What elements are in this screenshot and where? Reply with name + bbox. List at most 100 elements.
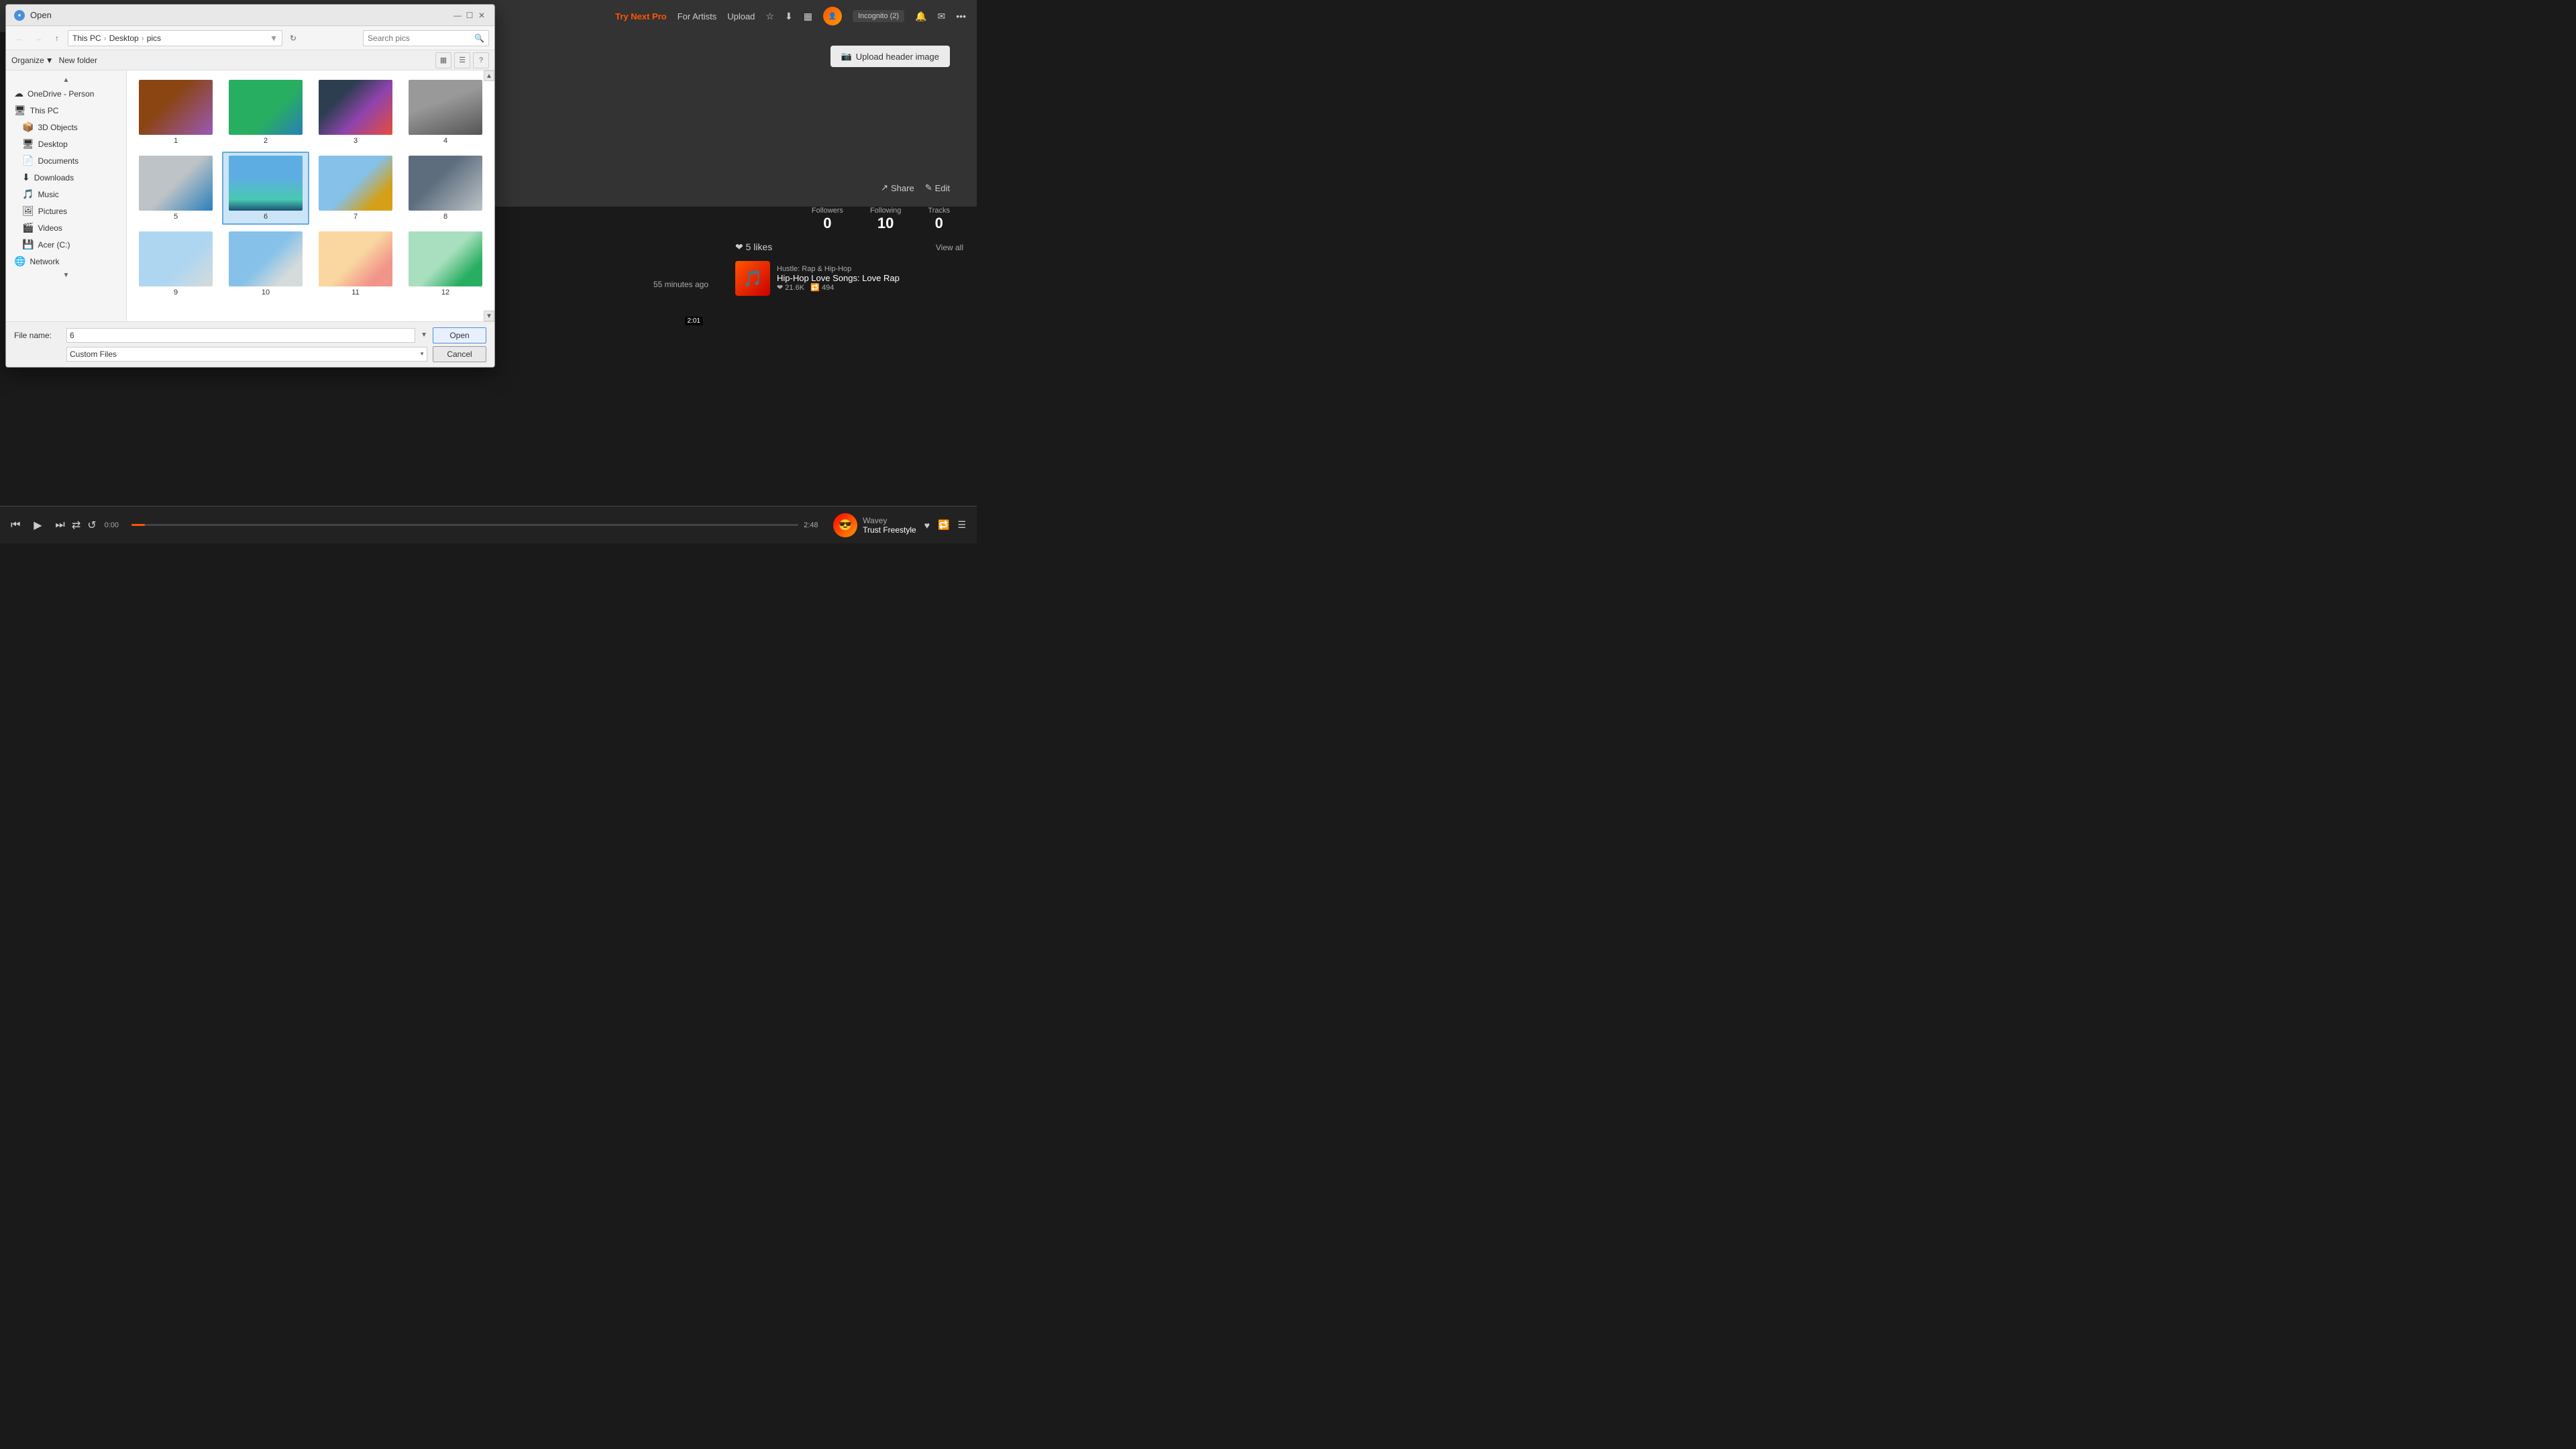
dialog-titlebar: ● Open — ☐ ✕ (6, 5, 494, 26)
sidebar-item-desktop[interactable]: 🖥 Desktop (6, 136, 126, 152)
organize-button[interactable]: Organize ▼ (11, 56, 54, 65)
filename-dropdown-icon[interactable]: ▼ (421, 331, 427, 339)
onedrive-icon: ☁ (14, 88, 23, 99)
organize-bar: Organize ▼ New folder ▦ ☰ ? (6, 50, 494, 70)
image-item-12[interactable]: 12 (402, 227, 489, 301)
sidebar-item-music[interactable]: 🎵 Music (6, 186, 126, 203)
sidebar-item-pictures[interactable]: 🖼 Pictures (6, 203, 126, 219)
filetype-field-row: Custom Files (14, 347, 427, 362)
filename-row: File name: ▼ Custom Files (14, 328, 427, 362)
image-item-5[interactable]: 5 (132, 152, 219, 225)
new-folder-button[interactable]: New folder (59, 56, 97, 65)
dialog-toolbar: ← → ↑ This PC › Desktop › pics ▼ ↻ 🔍 (6, 26, 494, 50)
sidebar-item-3dobjects[interactable]: 📦 3D Objects (6, 119, 126, 136)
cancel-button[interactable]: Cancel (433, 346, 486, 362)
image-label-3: 3 (354, 137, 358, 145)
breadcrumb-pics: pics (147, 34, 161, 43)
dialog-title: Open (30, 10, 447, 20)
sidebar-scroll-down[interactable]: ▼ (6, 270, 126, 280)
forward-button[interactable]: → (30, 30, 46, 46)
view-detail-button[interactable]: ☰ (454, 52, 470, 68)
organize-chevron-icon: ▼ (46, 56, 54, 65)
image-thumb-12 (409, 231, 482, 286)
image-item-3[interactable]: 3 (312, 76, 399, 149)
breadcrumb-thispc: This PC (72, 34, 101, 43)
image-label-10: 10 (262, 288, 270, 297)
desktop-icon: 🖥 (22, 138, 34, 150)
image-thumb-9 (139, 231, 213, 286)
dialog-sidebar: ▲ ☁ OneDrive - Person 🖥 This PC 📦 3D Obj… (6, 70, 127, 321)
filename-label: File name: (14, 331, 61, 340)
filetype-select-wrapper: Custom Files (66, 347, 427, 362)
image-label-1: 1 (174, 137, 178, 145)
image-thumb-11 (319, 231, 392, 286)
window-buttons: — ☐ ✕ (453, 11, 486, 20)
content-scroll-up[interactable]: ▲ (484, 70, 494, 81)
up-button[interactable]: ↑ (49, 30, 65, 46)
image-thumb-10 (229, 231, 303, 286)
minimize-button[interactable]: — (453, 11, 462, 20)
filetype-select[interactable]: Custom Files (66, 347, 427, 362)
close-button[interactable]: ✕ (477, 11, 486, 20)
search-field[interactable]: 🔍 (363, 30, 489, 46)
filename-field-row: File name: ▼ (14, 328, 427, 343)
filename-input[interactable] (66, 328, 415, 343)
image-item-8[interactable]: 8 (402, 152, 489, 225)
dialog-body: ▲ ☁ OneDrive - Person 🖥 This PC 📦 3D Obj… (6, 70, 494, 321)
search-input[interactable] (368, 34, 472, 43)
help-button[interactable]: ? (473, 52, 489, 68)
breadcrumb-sep-1: › (104, 34, 107, 43)
sidebar-item-thispc[interactable]: 🖥 This PC (6, 102, 126, 119)
image-thumb-2 (229, 80, 303, 135)
breadcrumb-sep-2: › (142, 34, 144, 43)
sidebar-item-videos[interactable]: 🎬 Videos (6, 219, 126, 236)
image-item-9[interactable]: 9 (132, 227, 219, 301)
file-dialog: ● Open — ☐ ✕ ← → ↑ This PC › Desktop › p… (5, 4, 495, 368)
maximize-button[interactable]: ☐ (465, 11, 474, 20)
network-icon: 🌐 (14, 256, 25, 267)
sidebar-item-network[interactable]: 🌐 Network (6, 253, 126, 270)
breadcrumb-desktop: Desktop (109, 34, 139, 43)
downloads-icon: ⬇ (22, 172, 30, 183)
search-icon: 🔍 (474, 34, 484, 43)
image-label-12: 12 (441, 288, 449, 297)
image-item-11[interactable]: 11 (312, 227, 399, 301)
image-item-4[interactable]: 4 (402, 76, 489, 149)
image-label-9: 9 (174, 288, 178, 297)
image-label-8: 8 (443, 213, 447, 221)
image-item-7[interactable]: 7 (312, 152, 399, 225)
breadcrumb[interactable]: This PC › Desktop › pics ▼ (68, 30, 282, 46)
content-scroll-down[interactable]: ▼ (484, 311, 494, 321)
image-label-6: 6 (264, 213, 268, 221)
image-item-10[interactable]: 10 (222, 227, 309, 301)
acerc-icon: 💾 (22, 239, 34, 250)
open-button[interactable]: Open (433, 327, 486, 343)
image-thumb-4 (409, 80, 482, 135)
image-thumb-8 (409, 156, 482, 211)
image-grid: 123456789101112 (127, 70, 494, 306)
dialog-content: 123456789101112 ▲ ▼ (127, 70, 494, 321)
back-button[interactable]: ← (11, 30, 28, 46)
image-label-2: 2 (264, 137, 268, 145)
videos-icon: 🎬 (22, 222, 34, 233)
pictures-icon: 🖼 (22, 205, 34, 217)
sidebar-item-acerc[interactable]: 💾 Acer (C:) (6, 236, 126, 253)
dialog-footer: File name: ▼ Custom Files Open Cancel (6, 321, 494, 367)
sidebar-item-documents[interactable]: 📄 Documents (6, 152, 126, 169)
image-item-1[interactable]: 1 (132, 76, 219, 149)
image-thumb-5 (139, 156, 213, 211)
sidebar-item-downloads[interactable]: ⬇ Downloads (6, 169, 126, 186)
thispc-icon: 🖥 (14, 105, 26, 116)
image-label-5: 5 (174, 213, 178, 221)
sidebar-item-onedrive[interactable]: ☁ OneDrive - Person (6, 85, 126, 102)
3dobjects-icon: 📦 (22, 121, 34, 133)
image-label-7: 7 (354, 213, 358, 221)
file-dialog-overlay: ● Open — ☐ ✕ ← → ↑ This PC › Desktop › p… (0, 0, 977, 543)
image-thumb-6 (229, 156, 303, 211)
music-icon: 🎵 (22, 189, 34, 200)
view-grid-button[interactable]: ▦ (435, 52, 451, 68)
image-item-2[interactable]: 2 (222, 76, 309, 149)
image-item-6[interactable]: 6 (222, 152, 309, 225)
sidebar-scroll-up[interactable]: ▲ (6, 74, 126, 85)
refresh-button[interactable]: ↻ (285, 30, 301, 46)
